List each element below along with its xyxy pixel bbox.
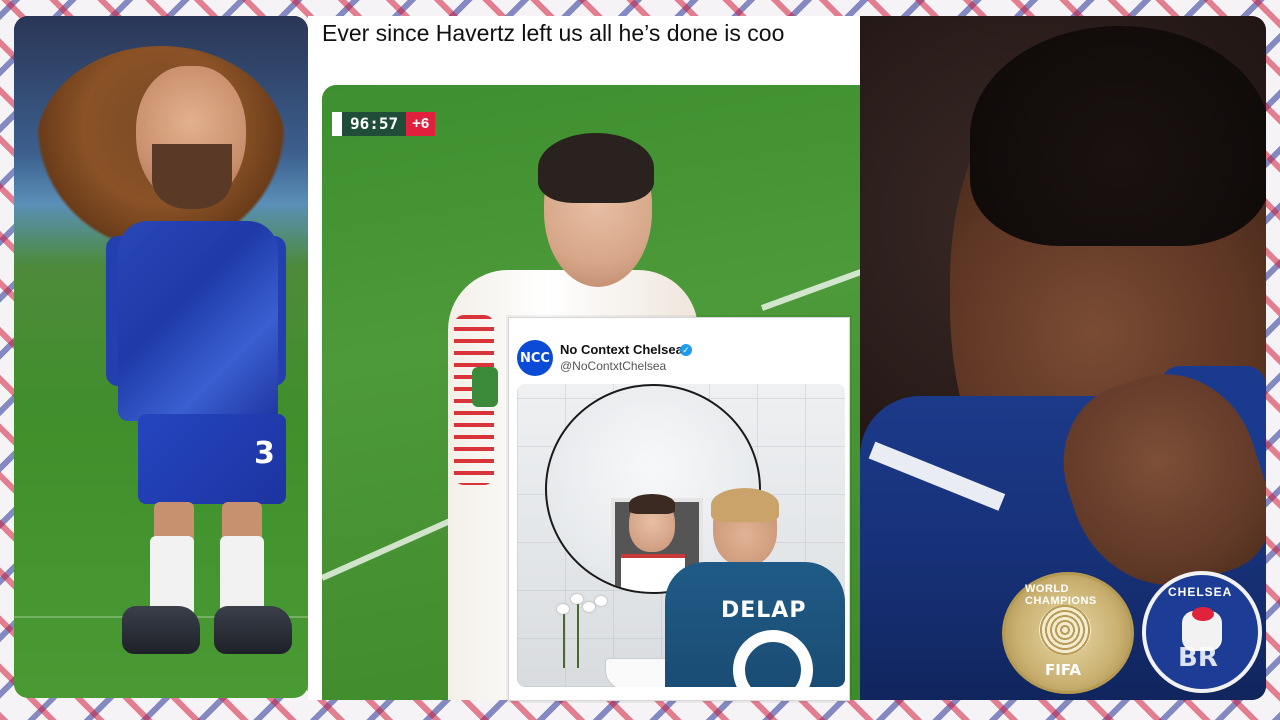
badge-emblem [1039, 605, 1091, 655]
orchid-flower [557, 604, 569, 614]
left-boot [122, 606, 200, 654]
orchid-stem [563, 608, 565, 668]
score-bug-edge [332, 112, 342, 136]
left-photo-cucurella: 3 [14, 16, 308, 698]
embedded-tweet-card: NCC No Context Chelsea ✓ @NoContxtChelse… [508, 317, 850, 701]
player-hair [970, 26, 1266, 246]
left-sock [150, 536, 194, 616]
orchid-stem [577, 600, 579, 668]
orchid-flower [583, 602, 595, 612]
reflection-hair [629, 494, 675, 514]
badge-fifa-text: FIFA [1045, 661, 1081, 679]
badge-top-text: WORLD CHAMPIONS [1025, 583, 1097, 607]
player-hair [538, 133, 654, 203]
fifa-world-champions-badge: WORLD CHAMPIONS FIFA [1002, 572, 1134, 694]
cup-sleeve-badge [472, 367, 498, 407]
bleached-hair [711, 488, 779, 522]
match-clock: 96:57 [342, 112, 407, 136]
crest-text: CHELSEA [1168, 585, 1233, 599]
right-photo-crying-player: WORLD CHAMPIONS FIFA CHELSEA BR [860, 16, 1266, 700]
jersey-name: DELAP [721, 598, 807, 623]
channel-watermark-logo: BR [1178, 643, 1218, 673]
pitch-line [760, 257, 860, 311]
account-name: No Context Chelsea [560, 342, 683, 357]
added-time: +6 [406, 112, 436, 136]
crest-red-accent [1192, 607, 1214, 621]
tweet-caption: Ever since Havertz left us all he’s done… [322, 20, 785, 46]
chelsea-crest: CHELSEA [1142, 571, 1262, 693]
account-handle: @NoContxtChelsea [560, 359, 667, 373]
score-bug: 96:57 +6 [332, 112, 436, 136]
verified-check-icon: ✓ [680, 344, 692, 356]
right-sock [220, 536, 264, 616]
shorts-number: 3 [254, 436, 275, 471]
player-beard [152, 144, 232, 209]
account-avatar: NCC [517, 340, 553, 376]
tweet-image-mirror-meme: DELAP [517, 384, 845, 687]
blue-jersey [118, 221, 278, 421]
right-boot [214, 606, 292, 654]
orchid-flower [595, 596, 607, 606]
orchid-flower [571, 594, 583, 604]
